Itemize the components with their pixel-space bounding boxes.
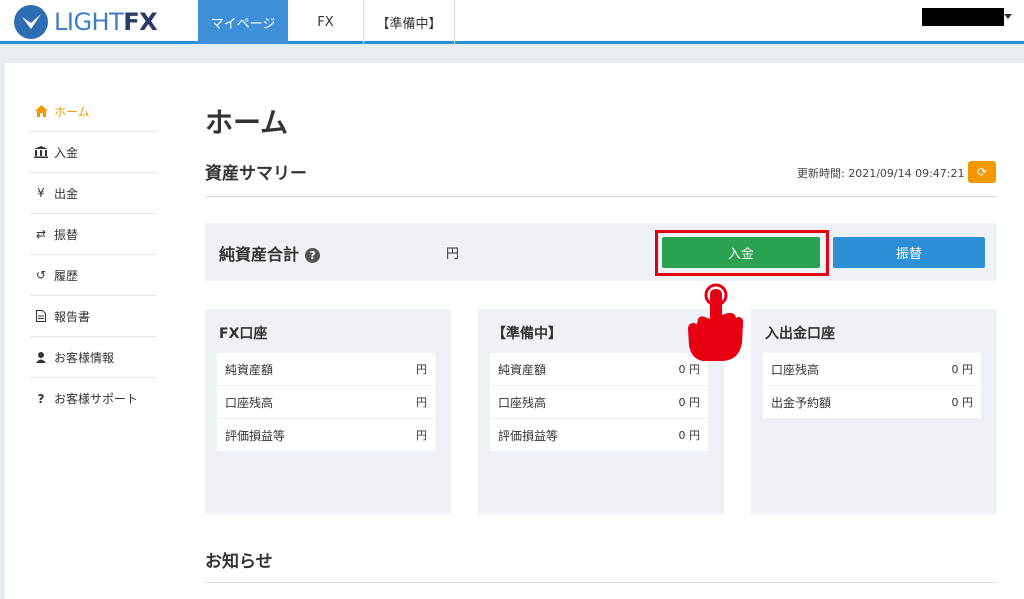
sidebar-item-support[interactable]: ? お客様サポート [30,378,156,419]
bank-icon [30,146,52,158]
sidebar-item-label: お客様情報 [54,350,115,365]
sidebar-item-customer-info[interactable]: お客様情報 [30,337,156,378]
row-value: 0 円 [951,363,974,376]
row-label: 口座残高 [225,395,274,410]
list-item: 口座残高 0 円 [490,386,708,419]
list-item: 評価損益等 円 [217,419,435,452]
sidebar-item-deposit[interactable]: 入金 [30,132,156,173]
tab-mypage[interactable]: マイページ [198,0,288,44]
card-title: 入出金口座 [765,326,835,342]
net-assets-label: 純資産合計? [219,241,321,265]
logo[interactable]: LIGHTFX [14,5,158,39]
logo-mark-icon [14,5,48,39]
refresh-icon: ⟳ [976,165,988,179]
sidebar-item-label: 履歴 [54,268,79,283]
sidebar-item-transfer[interactable]: ⇄ 振替 [30,214,156,255]
list-item: 純資産額 円 [217,353,435,386]
help-icon[interactable]: ? [305,248,321,263]
highlight-frame [655,230,829,276]
row-label: 評価損益等 [498,428,559,443]
divider [205,582,997,583]
caret-down-icon[interactable] [1004,14,1012,19]
tab-fx[interactable]: FX [288,0,364,44]
transfer-button[interactable]: 振替 [833,237,985,268]
row-value: 円 [416,363,427,376]
sidebar-item-label: 出金 [54,186,79,201]
transfer-icon: ⇄ [35,227,47,241]
section-title-asset-summary: 資産サマリー [205,164,307,184]
top-header: LIGHTFX マイページ FX 【準備中】 [0,0,1024,44]
main-content: ホーム 資産サマリー 更新時間: 2021/09/14 09:47:21 ⟳ 純… [177,63,1024,599]
list-item: 評価損益等 0 円 [490,419,708,452]
card-bank-account: 入出金口座 口座残高 0 円 出金予約額 0 円 [751,309,997,514]
row-label: 出金予約額 [771,395,832,410]
card-rows: 口座残高 0 円 出金予約額 0 円 [763,353,981,419]
yen-icon: ¥ [37,186,45,200]
net-assets-value: 円 [446,247,460,262]
row-label: 評価損益等 [225,428,286,443]
row-value: 0 円 [951,396,974,409]
list-item: 出金予約額 0 円 [763,386,981,419]
row-label: 純資産額 [498,362,547,377]
logo-text: LIGHTFX [54,8,158,36]
card-title: FX口座 [219,326,268,342]
history-icon: ↺ [35,268,47,282]
sidebar-item-home[interactable]: ホーム [30,91,156,132]
row-value: 円 [416,396,427,409]
card-rows: 純資産額 円 口座残高 円 評価損益等 円 [217,353,435,452]
list-item: 口座残高 円 [217,386,435,419]
row-value: 0 円 [678,396,701,409]
user-icon [30,351,52,363]
row-label: 口座残高 [498,395,547,410]
row-value: 円 [416,429,427,442]
sidebar-item-label: 振替 [54,227,79,242]
sidebar-menu: ホーム 入金 ¥ 出金 ⇄ 振替 ↺ 履歴 報告書 お客様情報 ? お客様サポー… [30,91,156,419]
main-nav: マイページ FX 【準備中】 [198,0,455,44]
pointing-hand-icon [683,283,745,367]
home-icon [30,105,52,117]
section-title-news: お知らせ [205,552,273,572]
sidebar-item-label: ホーム [54,104,90,119]
list-item: 口座残高 0 円 [763,353,981,386]
sidebar-item-label: お客様サポート [54,392,139,406]
updated-time: 更新時間: 2021/09/14 09:47:21 [797,167,965,180]
divider [205,196,997,197]
row-label: 口座残高 [771,362,820,377]
row-value: 0 円 [678,429,701,442]
sidebar-item-label: 入金 [54,145,79,160]
list-item: 純資産額 0 円 [490,353,708,386]
refresh-button[interactable]: ⟳ [968,161,996,183]
sidebar-item-withdraw[interactable]: ¥ 出金 [30,173,156,214]
card-rows: 純資産額 0 円 口座残高 0 円 評価損益等 0 円 [490,353,708,452]
row-label: 純資産額 [225,362,274,377]
card-title: 【準備中】 [492,326,562,342]
sidebar-item-reports[interactable]: 報告書 [30,296,156,337]
sidebar-item-history[interactable]: ↺ 履歴 [30,255,156,296]
page-title: ホーム [205,106,289,139]
document-icon [30,310,52,322]
sidebar: ホーム 入金 ¥ 出金 ⇄ 振替 ↺ 履歴 報告書 お客様情報 ? お客様サポー… [5,63,177,599]
tab-preparing[interactable]: 【準備中】 [364,0,455,44]
user-menu[interactable] [922,8,1004,26]
card-fx-account: FX口座 純資産額 円 口座残高 円 評価損益等 円 [205,309,451,514]
net-assets-panel: 純資産合計? 円 入金 振替 [205,223,997,281]
question-icon: ? [37,391,45,406]
sidebar-item-label: 報告書 [54,309,91,324]
